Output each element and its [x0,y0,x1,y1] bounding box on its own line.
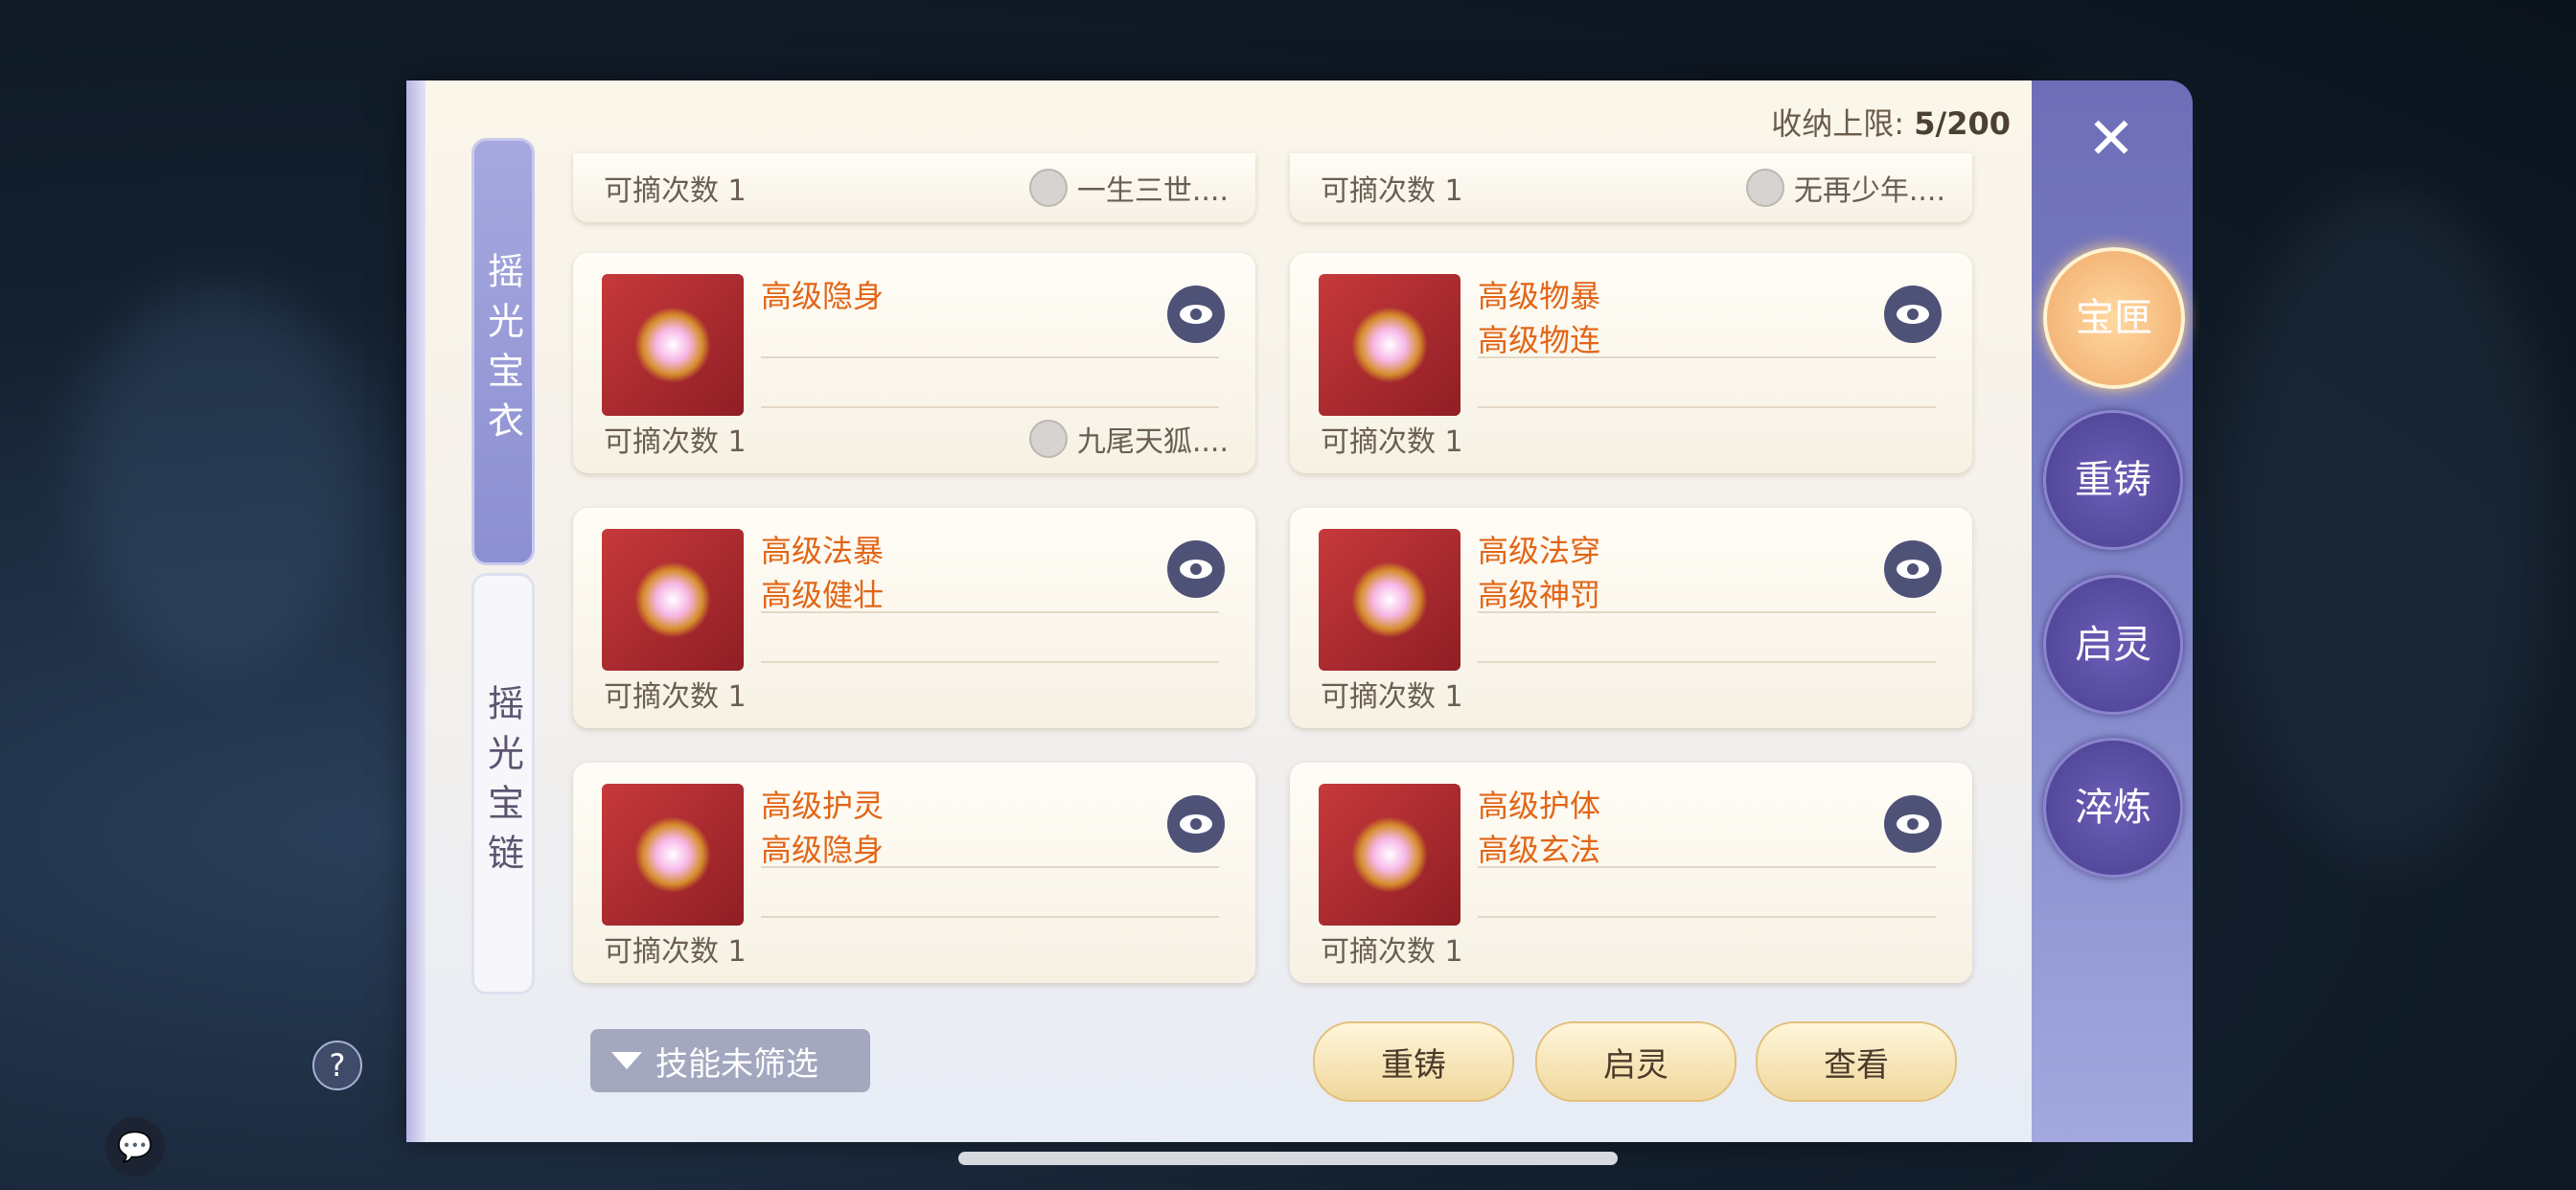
divider [761,356,1219,358]
skill-label: 高级健壮 [761,577,885,613]
view-eye-icon[interactable] [1167,795,1225,853]
skill-label: 高级隐身 [761,278,885,314]
owner-label: 无再少年.... [1745,167,1945,209]
recast-button[interactable]: 重铸 [1313,1021,1514,1102]
divider [761,661,1219,663]
item-thumbnail [1319,274,1460,416]
remove-count: 可摘次数 1 [604,425,747,459]
view-button[interactable]: 查看 [1756,1021,1957,1102]
remove-count: 可摘次数 1 [604,680,747,714]
tab-yaoguang-robe[interactable]: 摇光宝衣 [472,138,535,565]
owner-label: 九尾天狐.... [1028,418,1229,460]
divider [1478,916,1936,918]
star-ornament-icon [634,561,711,638]
home-indicator [958,1152,1618,1165]
skill-label: 高级护体 [1478,788,1601,824]
view-eye-icon[interactable] [1167,286,1225,343]
filter-funnel-icon [611,1052,642,1069]
item-card[interactable]: 可摘次数 1 一生三世.... [573,153,1255,222]
skill-label: 高级隐身 [761,832,885,868]
item-card[interactable]: 高级隐身 可摘次数 1 九尾天狐.... [573,253,1255,473]
chat-bubble-icon[interactable]: 💬 [105,1117,165,1177]
remove-count: 可摘次数 1 [604,174,747,208]
item-card[interactable]: 高级法穿 高级神罚 可摘次数 1 [1290,508,1972,728]
skill-label: 高级神罚 [1478,577,1601,613]
remove-count: 可摘次数 1 [1321,425,1463,459]
nav-recast[interactable]: 重铸 [2043,410,2183,550]
skill-label: 高级物暴 [1478,278,1601,314]
divider [1478,866,1936,868]
item-card[interactable]: 高级护灵 高级隐身 可摘次数 1 [573,763,1255,983]
divider [1478,406,1936,408]
view-eye-icon[interactable] [1167,540,1225,598]
view-eye-icon[interactable] [1884,540,1942,598]
item-thumbnail [602,784,744,926]
divider [761,916,1219,918]
skill-filter-button[interactable]: 技能未筛选 [590,1029,870,1092]
nav-awaken[interactable]: 启灵 [2043,575,2183,715]
remove-count: 可摘次数 1 [604,935,747,969]
owner-avatar-icon [1028,420,1068,458]
nav-treasure-box[interactable]: 宝匣 [2043,247,2185,389]
remove-count: 可摘次数 1 [1321,680,1463,714]
star-ornament-icon [634,816,711,893]
divider [1478,356,1936,358]
item-thumbnail [602,274,744,416]
item-thumbnail [1319,784,1460,926]
item-thumbnail [1319,529,1460,671]
background-blur [2223,192,2549,862]
panel-edge [406,80,426,1142]
owner-avatar-icon [1028,169,1068,207]
divider [1478,611,1936,613]
view-eye-icon[interactable] [1884,286,1942,343]
help-icon[interactable]: ? [312,1041,362,1090]
item-card[interactable]: 可摘次数 1 无再少年.... [1290,153,1972,222]
skill-label: 高级物连 [1478,322,1601,358]
skill-label: 高级护灵 [761,788,885,824]
star-ornament-icon [1351,561,1428,638]
star-ornament-icon [1351,816,1428,893]
view-eye-icon[interactable] [1884,795,1942,853]
item-card[interactable]: 高级法暴 高级健壮 可摘次数 1 [573,508,1255,728]
skill-label: 高级玄法 [1478,832,1601,868]
close-icon[interactable]: ✕ [2078,105,2145,172]
capacity-indicator: 收纳上限: 5/200 [1771,105,2011,142]
star-ornament-icon [634,307,711,383]
owner-avatar-icon [1745,169,1784,207]
star-ornament-icon [1351,307,1428,383]
owner-label: 一生三世.... [1028,167,1229,209]
item-card[interactable]: 高级护体 高级玄法 可摘次数 1 [1290,763,1972,983]
nav-refine[interactable]: 淬炼 [2043,738,2183,878]
remove-count: 可摘次数 1 [1321,935,1463,969]
skill-label: 高级法暴 [761,533,885,569]
divider [1478,661,1936,663]
awaken-button[interactable]: 启灵 [1535,1021,1736,1102]
skill-label: 高级法穿 [1478,533,1601,569]
remove-count: 可摘次数 1 [1321,174,1463,208]
item-thumbnail [602,529,744,671]
divider [761,406,1219,408]
item-card[interactable]: 高级物暴 高级物连 可摘次数 1 [1290,253,1972,473]
divider [761,611,1219,613]
background-blur [77,287,364,671]
divider [761,866,1219,868]
tab-yaoguang-necklace[interactable]: 摇光宝链 [472,573,535,995]
